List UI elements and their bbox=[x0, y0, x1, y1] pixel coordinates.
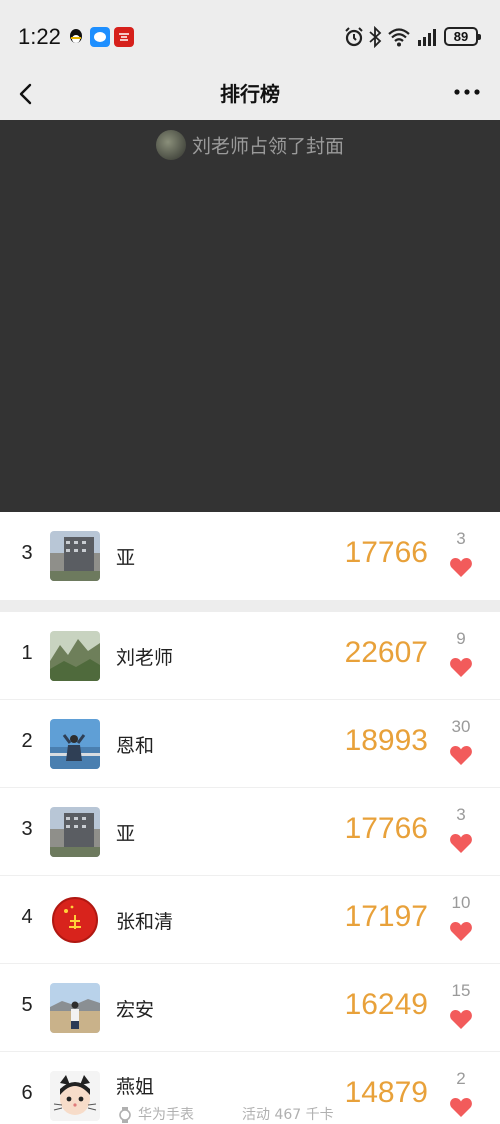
avatar[interactable] bbox=[50, 983, 100, 1033]
page-title: 排行榜 bbox=[220, 82, 280, 106]
user-name: 亚 bbox=[116, 823, 136, 845]
activity-info: 活动 467 千卡 bbox=[242, 1107, 334, 1123]
app-icon bbox=[114, 27, 134, 47]
wifi-icon bbox=[388, 28, 410, 47]
step-count: 18993 bbox=[344, 724, 428, 757]
message-icon bbox=[90, 27, 110, 47]
cover-avatar bbox=[155, 130, 186, 160]
status-bar: 1:22 89 bbox=[0, 0, 500, 72]
step-count: 17197 bbox=[344, 900, 428, 933]
user-name: 宏安 bbox=[116, 999, 155, 1021]
like-count: 30 bbox=[451, 717, 471, 736]
like-count: 2 bbox=[456, 1069, 466, 1088]
ranking-row[interactable]: 1 刘老师 22607 9 bbox=[0, 612, 500, 700]
watch-icon bbox=[119, 1107, 131, 1123]
rank-number: 3 bbox=[21, 542, 33, 564]
cover-area[interactable]: 刘老师占领了封面 bbox=[0, 120, 500, 512]
rank-number: 1 bbox=[21, 642, 33, 664]
nav-bar: 排行榜 bbox=[0, 72, 500, 120]
signal-icon bbox=[418, 29, 436, 46]
rank-number: 4 bbox=[21, 906, 33, 928]
heart-icon[interactable] bbox=[449, 1096, 473, 1118]
user-name: 张和清 bbox=[116, 911, 174, 933]
heart-icon[interactable] bbox=[449, 832, 473, 854]
rank-number: 2 bbox=[21, 730, 33, 752]
heart-icon[interactable] bbox=[449, 744, 473, 766]
heart-icon[interactable] bbox=[449, 1008, 473, 1030]
avatar[interactable] bbox=[50, 531, 100, 581]
avatar[interactable] bbox=[50, 719, 100, 769]
user-name: 恩和 bbox=[116, 735, 155, 757]
like-count: 10 bbox=[451, 893, 471, 912]
user-name: 燕姐 bbox=[116, 1076, 155, 1098]
like-count: 15 bbox=[451, 981, 471, 1000]
avatar[interactable] bbox=[50, 807, 100, 857]
section-gap bbox=[0, 600, 500, 612]
avatar[interactable] bbox=[50, 895, 100, 945]
step-count: 16249 bbox=[344, 988, 428, 1021]
user-name: 刘老师 bbox=[116, 647, 174, 669]
battery-indicator: 89 bbox=[444, 27, 481, 46]
rank-number: 5 bbox=[21, 994, 33, 1016]
ranking-row[interactable]: 4 张和清 17197 10 bbox=[0, 876, 500, 964]
avatar[interactable] bbox=[50, 1071, 100, 1121]
like-count: 9 bbox=[456, 629, 466, 648]
user-name: 亚 bbox=[116, 547, 136, 569]
more-icon[interactable] bbox=[452, 80, 482, 104]
status-time: 1:22 bbox=[18, 24, 61, 49]
qq-icon bbox=[70, 29, 82, 43]
step-count: 22607 bbox=[344, 636, 428, 669]
heart-icon[interactable] bbox=[449, 656, 473, 678]
heart-icon[interactable] bbox=[449, 920, 473, 942]
device-info: 华为手表 bbox=[118, 1104, 194, 1124]
cover-text: 刘老师占领了封面 bbox=[191, 135, 344, 158]
alarm-icon bbox=[345, 27, 363, 47]
step-count: 17766 bbox=[344, 536, 428, 569]
rank-number: 3 bbox=[21, 818, 33, 840]
avatar[interactable] bbox=[50, 631, 100, 681]
step-count: 17766 bbox=[344, 812, 428, 845]
heart-icon[interactable] bbox=[449, 556, 473, 578]
step-count: 14879 bbox=[344, 1076, 428, 1109]
like-count: 3 bbox=[456, 529, 466, 548]
ranking-row[interactable]: 2 恩和 18993 30 bbox=[0, 700, 500, 788]
rank-number: 6 bbox=[21, 1082, 33, 1104]
device-name: 华为手表 bbox=[138, 1107, 194, 1123]
bluetooth-icon bbox=[369, 26, 382, 48]
cover-owner: 刘老师占领了封面 bbox=[0, 130, 500, 160]
like-count: 3 bbox=[456, 805, 466, 824]
ranking-row[interactable]: 3 亚 17766 3 bbox=[0, 788, 500, 876]
chevron-left-icon[interactable] bbox=[10, 76, 46, 112]
ranking-row[interactable]: 5 宏安 16249 15 bbox=[0, 964, 500, 1052]
my-rank-row[interactable]: 3 亚 17766 3 bbox=[0, 512, 500, 600]
